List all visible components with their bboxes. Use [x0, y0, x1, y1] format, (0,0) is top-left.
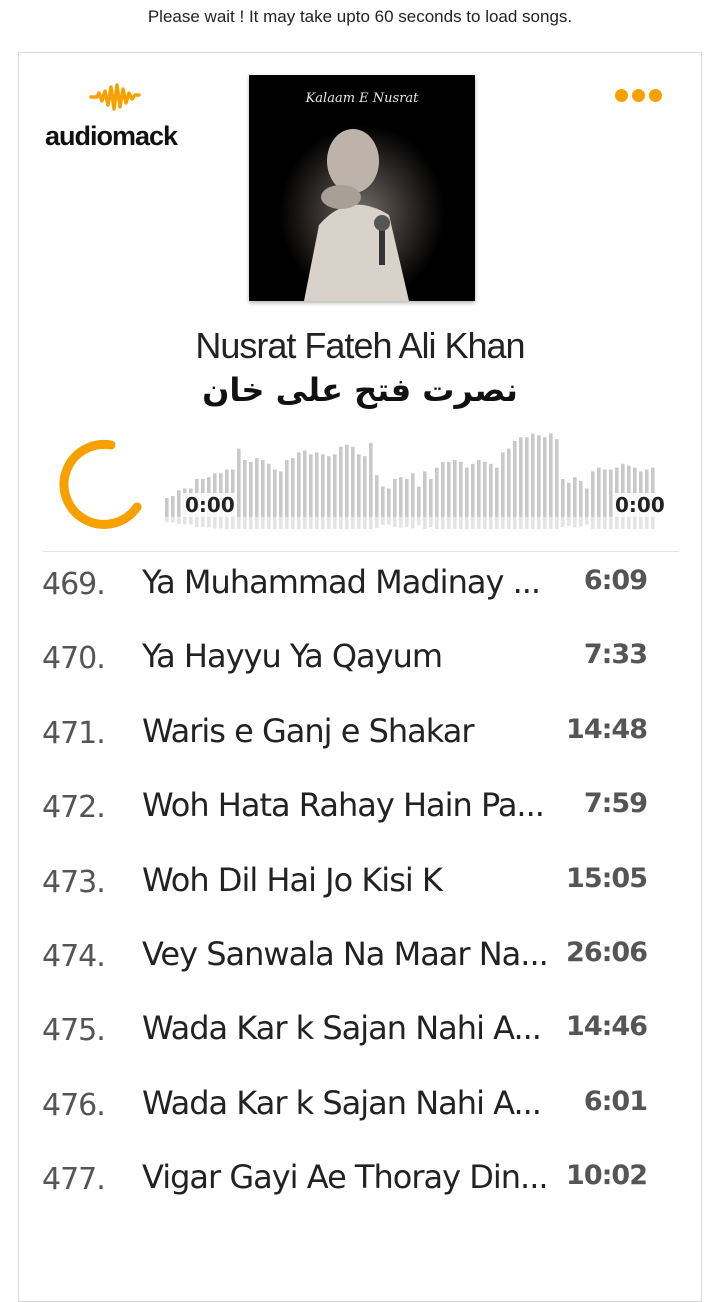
artist-photo — [270, 105, 454, 301]
track-row[interactable]: 469. Ya Muhammad Madinay ... 6:09 — [19, 553, 703, 627]
track-row[interactable]: 476. Wada Kar k Sajan Nahi A... 6:01 — [19, 1074, 703, 1148]
waveform-seekbar[interactable] — [165, 433, 673, 529]
audiomack-wordmark: audiomack — [45, 121, 178, 151]
artist-name-urdu: نصرت فتح علی خان — [202, 371, 518, 409]
track-duration-label: 14:46 — [566, 1011, 648, 1043]
track-duration-label: 7:33 — [583, 639, 648, 671]
album-artwork: Kalaam E Nusrat — [249, 75, 475, 301]
track-row[interactable]: 472. Woh Hata Rahay Hain Pa... 7:59 — [19, 776, 703, 850]
track-duration: 0:00 — [613, 493, 667, 517]
track-title: Woh Hata Rahay Hain Pa... — [142, 786, 545, 825]
track-duration-label: 26:06 — [566, 936, 648, 968]
track-duration-label: 7:59 — [583, 788, 648, 820]
track-title: Ya Muhammad Madinay ... — [142, 563, 541, 601]
track-duration-label: 6:01 — [583, 1085, 648, 1117]
track-number: 475. — [42, 1013, 106, 1049]
track-number: 472. — [42, 790, 106, 826]
track-row[interactable]: 477. Vigar Gayi Ae Thoray Din... 10:02 — [19, 1148, 703, 1222]
track-duration-label: 6:09 — [583, 565, 648, 596]
track-number: 470. — [42, 641, 106, 677]
track-number: 473. — [42, 864, 106, 900]
track-title: Wada Kar k Sajan Nahi A... — [142, 1083, 542, 1122]
track-duration-label: 15:05 — [566, 862, 648, 894]
track-duration-label: 10:02 — [566, 1160, 648, 1192]
audio-player: 0:00 0:00 — [19, 433, 703, 553]
more-options-icon[interactable] — [615, 89, 671, 105]
track-title: Vey Sanwala Na Maar Na... — [142, 934, 549, 973]
track-row[interactable]: 475. Wada Kar k Sajan Nahi A... 14:46 — [19, 999, 703, 1073]
track-title: Ya Hayyu Ya Qayum — [142, 637, 443, 676]
track-number: 476. — [42, 1087, 106, 1123]
audiomack-waveform-icon — [89, 83, 141, 111]
track-row[interactable]: 471. Waris e Ganj e Shakar 14:48 — [19, 702, 703, 776]
track-number: 474. — [42, 938, 106, 974]
track-number: 469. — [42, 567, 106, 602]
track-title: Woh Dil Hai Jo Kisi K — [142, 860, 443, 899]
track-title: Waris e Ganj e Shakar — [142, 711, 475, 750]
current-time: 0:00 — [183, 493, 237, 517]
track-row[interactable]: 473. Woh Dil Hai Jo Kisi K 15:05 — [19, 851, 703, 925]
track-list: 469. Ya Muhammad Madinay ... 6:09 470. Ya Ha… — [19, 553, 703, 1223]
divider — [43, 551, 679, 552]
track-row[interactable]: 470. Ya Hayyu Ya Qayum 7:33 — [19, 627, 703, 701]
audiomack-logo[interactable]: audiomack — [45, 79, 190, 159]
track-number: 471. — [42, 715, 106, 751]
artist-name: Nusrat Fateh Ali Khan — [195, 325, 525, 366]
player-card: audiomack Kalaam E Nusrat Nusrat Fateh A… — [18, 52, 702, 1302]
track-number: 477. — [42, 1162, 106, 1198]
track-title: Wada Kar k Sajan Nahi A... — [142, 1009, 542, 1048]
track-row[interactable]: 474. Vey Sanwala Na Maar Na... 26:06 — [19, 925, 703, 999]
loading-notice: Please wait ! It may take upto 60 second… — [147, 7, 573, 26]
track-duration-label: 14:48 — [566, 713, 648, 745]
loading-spinner-icon[interactable] — [51, 433, 151, 533]
track-title: Vigar Gayi Ae Thoray Din... — [142, 1158, 549, 1197]
